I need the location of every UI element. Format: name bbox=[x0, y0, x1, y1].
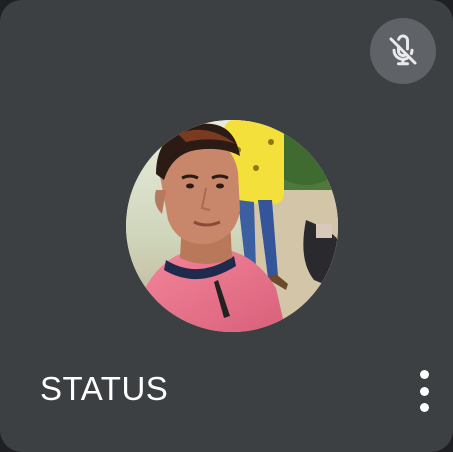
participant-tile[interactable]: STATUS bbox=[0, 0, 453, 452]
avatar-photo bbox=[126, 120, 338, 332]
more-options-button[interactable] bbox=[409, 366, 439, 416]
mic-muted-indicator bbox=[370, 18, 436, 84]
mic-off-icon bbox=[389, 34, 417, 66]
participant-avatar bbox=[126, 120, 338, 332]
more-vert-icon-dot-middle bbox=[419, 386, 429, 396]
participant-name: STATUS bbox=[40, 370, 169, 407]
more-vert-icon-dot-bottom bbox=[419, 403, 429, 412]
more-vert-icon-dot-top bbox=[419, 370, 429, 379]
